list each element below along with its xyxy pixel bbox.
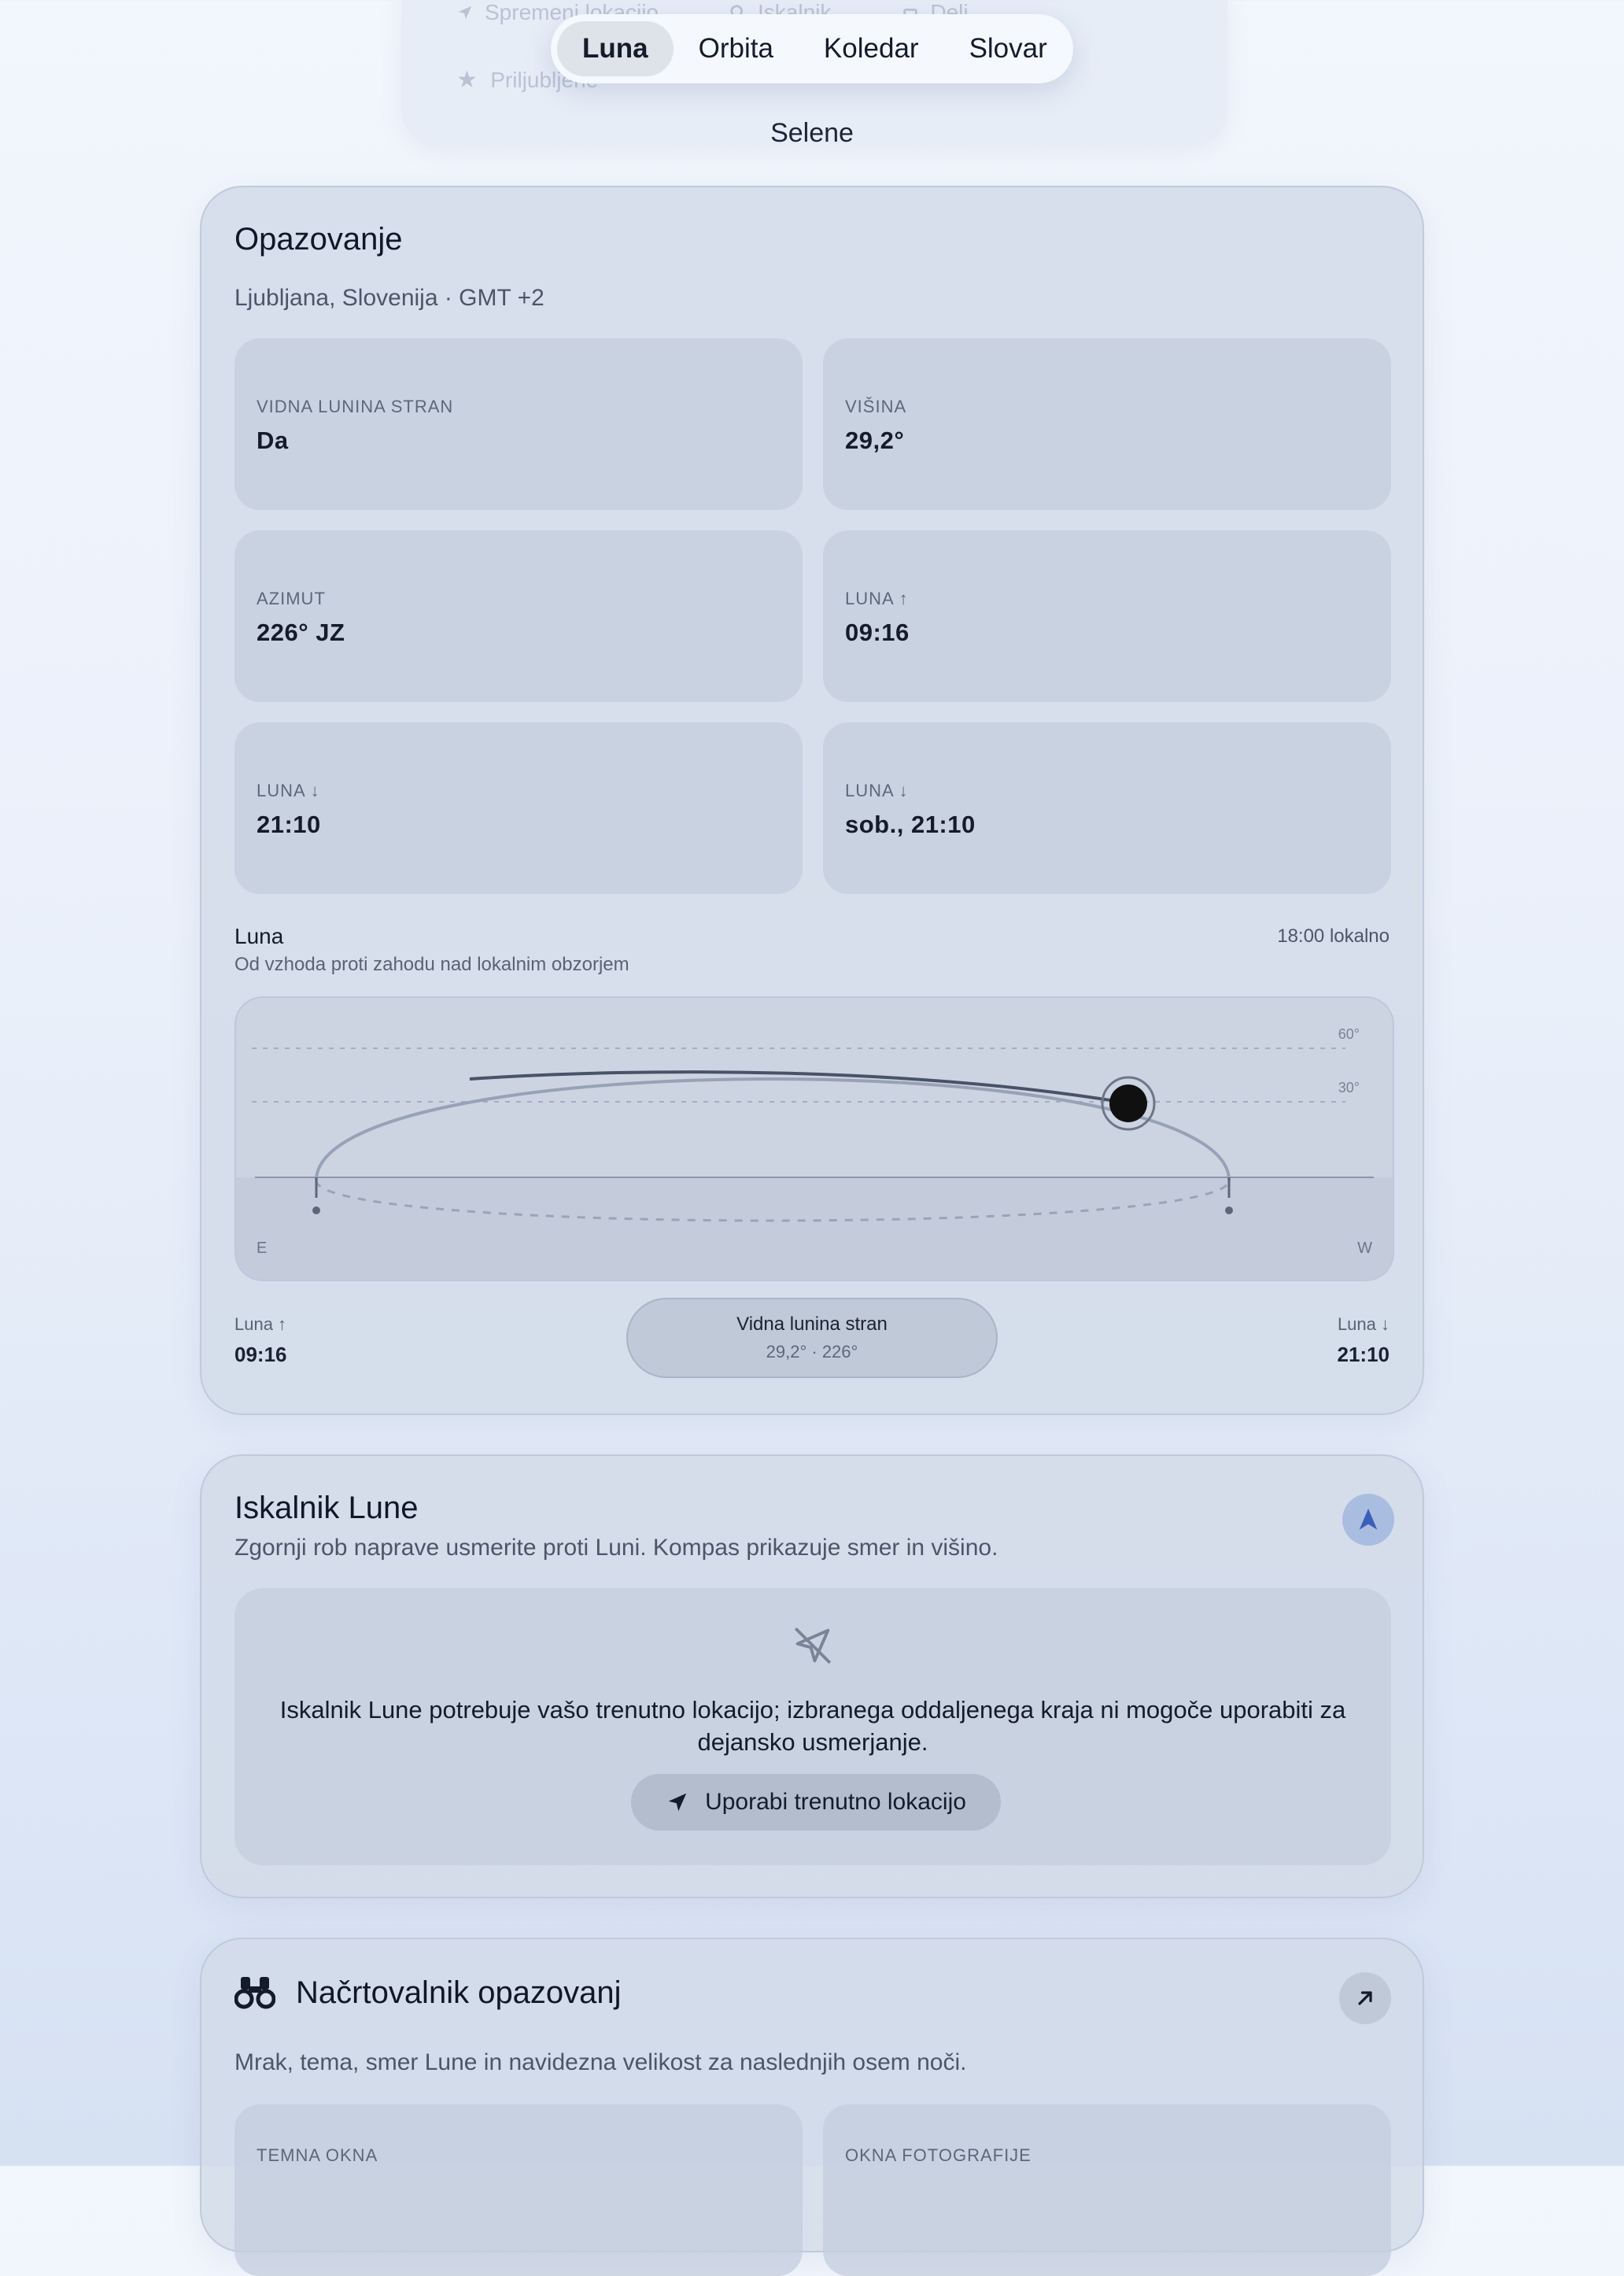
location-arrow-icon	[668, 1793, 687, 1812]
tab-orbita[interactable]: Orbita	[674, 21, 799, 76]
tile-label: OKNA FOTOGRAFIJE	[845, 2145, 1032, 2165]
tab-slovar[interactable]: Slovar	[944, 21, 1072, 76]
use-current-location-label: Uporabi trenutno lokacijo	[705, 1789, 966, 1815]
moon-path-svg: 60° 30° E W	[236, 1026, 1393, 1280]
tile-moonrise: LUNA ↑ 09:16	[823, 530, 1391, 702]
use-current-location-button[interactable]: Uporabi trenutno lokacijo	[631, 1774, 1001, 1831]
tile-moonset: LUNA ↓ 21:10	[234, 722, 803, 894]
moon-path-chart: 60° 30° E W	[234, 996, 1394, 1281]
path-title: Luna	[234, 924, 284, 948]
tile-value: sob., 21:10	[845, 811, 976, 838]
tab-bar: Luna Orbita Koledar Slovar	[551, 14, 1073, 83]
tab-koledar[interactable]: Koledar	[799, 21, 944, 76]
open-planner-button[interactable]	[1339, 1972, 1391, 2024]
tab-luna[interactable]: Luna	[557, 21, 674, 76]
tile-photo-windows[interactable]: OKNA FOTOGRAFIJE	[823, 2104, 1391, 2276]
rise-time: 09:16	[234, 1343, 287, 1366]
west-label: W	[1357, 1240, 1372, 1257]
planner-card: Načrtovalnik opazovanj Mrak, tema, smer …	[200, 1938, 1424, 2276]
path-subtitle: Od vzhoda proti zahodu nad lokalnim obzo…	[234, 954, 629, 975]
rise-label: Luna ↑	[234, 1314, 287, 1334]
binoculars-icon	[234, 1975, 276, 2010]
finder-title: Iskalnik Lune	[234, 1491, 419, 1525]
set-dot	[1225, 1206, 1233, 1214]
observation-location: Ljubljana, Slovenija · GMT +2	[234, 285, 544, 311]
status-title: Vidna lunina stran	[736, 1314, 888, 1335]
tile-value: 29,2°	[845, 427, 905, 454]
grid-label-60: 60°	[1338, 1026, 1360, 1042]
navigation-arrow-icon	[1359, 1508, 1378, 1530]
finder-permission-panel: Iskalnik Lune potrebuje vašo trenutno lo…	[234, 1588, 1391, 1865]
tile-azimuth: AZIMUT 226° JZ	[234, 530, 803, 702]
observation-title: Opazovanje	[234, 222, 403, 257]
tile-label: TEMNA OKNA	[257, 2145, 378, 2165]
moon-finder-card: Iskalnik Lune Zgornji rob naprave usmeri…	[200, 1454, 1424, 1898]
location-icon	[458, 6, 472, 20]
tile-label: VIDNA LUNINA STRAN	[257, 397, 454, 416]
below-horizon-area	[236, 1177, 1393, 1280]
east-label: E	[257, 1240, 267, 1257]
tile-visible-side: VIDNA LUNINA STRAN Da	[234, 338, 803, 510]
tile-label: LUNA ↓	[257, 781, 320, 800]
path-time: 18:00 lokalno	[1277, 926, 1390, 947]
tile-value: 21:10	[257, 811, 321, 838]
set-label: Luna ↓	[1337, 1314, 1390, 1334]
status-detail: 29,2° · 226°	[766, 1342, 858, 1362]
planner-subtitle: Mrak, tema, smer Lune in navidezna velik…	[234, 2049, 967, 2075]
planner-title: Načrtovalnik opazovanj	[296, 1975, 622, 2010]
moon-arc-full	[315, 1077, 1231, 1181]
star-icon: ★	[456, 67, 478, 93]
grid-label-30: 30°	[1338, 1080, 1360, 1096]
location-off-icon	[794, 1627, 832, 1665]
finder-message: Iskalnik Lune potrebuje vašo trenutno lo…	[279, 1696, 1346, 1756]
finder-subtitle: Zgornji rob naprave usmerite proti Luni.…	[234, 1535, 998, 1561]
tile-value: Da	[257, 427, 289, 454]
tile-altitude: VIŠINA 29,2°	[823, 338, 1391, 510]
tile-label: LUNA ↑	[845, 589, 909, 608]
set-time: 21:10	[1337, 1343, 1390, 1366]
tile-label: AZIMUT	[257, 589, 326, 608]
app-title: Selene	[770, 118, 854, 148]
tile-label: LUNA ↓	[845, 781, 909, 800]
arrow-up-right-icon	[1358, 1991, 1372, 2005]
tile-label: VIŠINA	[845, 397, 907, 416]
tile-dark-windows[interactable]: TEMNA OKNA	[234, 2104, 803, 2276]
tile-value: 226° JZ	[257, 619, 345, 646]
moon-marker	[1109, 1084, 1147, 1122]
rise-dot	[312, 1206, 320, 1214]
compass-button[interactable]	[1342, 1494, 1394, 1546]
visibility-status-pill[interactable]: Vidna lunina stran 29,2° · 226°	[626, 1298, 998, 1378]
observation-card: Opazovanje Ljubljana, Slovenija · GMT +2…	[200, 186, 1424, 1415]
tile-next-moonset: LUNA ↓ sob., 21:10	[823, 722, 1391, 894]
tile-value: 09:16	[845, 619, 910, 646]
